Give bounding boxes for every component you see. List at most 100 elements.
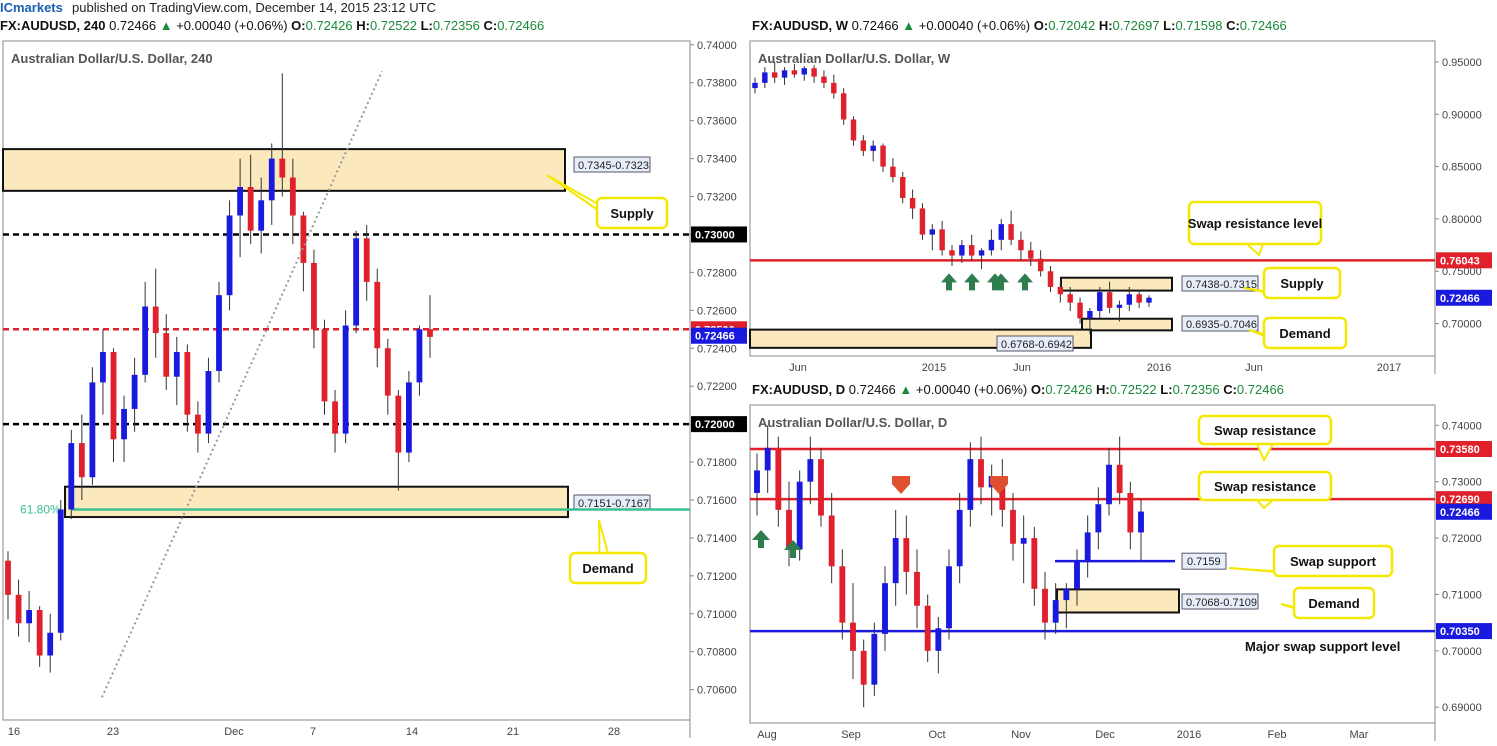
candle-body [1020,538,1027,544]
weekly-high: 0.72697 [1112,18,1160,33]
weekly-c-label: C: [1226,18,1240,33]
candle-body [384,348,391,396]
current-price-label: 0.72466 [695,331,735,343]
level-price-label: 0.73000 [695,229,735,241]
h4-price: 0.72466 [109,18,157,33]
fib-label: 61.80% [20,502,61,516]
candle-body [870,145,876,151]
candle-body [871,633,878,685]
x-tick-label: Nov [1011,729,1031,741]
y-tick-label: 0.71600 [697,495,737,507]
candle-body [247,187,254,231]
candle-body [818,459,824,516]
candle-body [353,238,360,326]
publisher-text: published on TradingView.com, December 1… [72,0,436,15]
y-tick-label: 0.90000 [1442,109,1482,121]
candle-body [978,459,984,488]
h4-o-label: O: [291,18,306,33]
zone-box [1056,588,1180,614]
h4-chart[interactable]: Australian Dollar/U.S. Dollar, 240 0.7400… [2,40,747,744]
publisher-brand[interactable]: ICmarkets [0,0,63,15]
candle-body [142,306,149,375]
daily-open: 0.72426 [1045,382,1093,397]
candle-body [882,583,888,634]
zone-range-label: 0.6935-0.7046 [1186,319,1257,331]
x-tick-label: 28 [608,726,620,738]
weekly-price: 0.72466 [851,18,899,33]
callout-label: Swap resistance level [1188,216,1322,231]
candle-body [1018,239,1024,251]
chart-title: Australian Dollar/U.S. Dollar, W [758,51,951,66]
callout-label: Demand [1308,596,1359,611]
candle-body [363,238,370,282]
y-tick-label: 0.73400 [697,154,737,166]
candle-body [988,239,995,251]
candle-body [258,200,265,231]
candle-body [152,306,159,334]
daily-price: 0.72466 [848,382,896,397]
weekly-chart[interactable]: Australian Dollar/U.S. Dollar, W 0.95000 0… [749,40,1496,377]
candle-body [300,215,307,263]
candle-body [903,538,910,572]
weekly-h-label: H: [1098,18,1113,33]
callout-label: Demand [1279,326,1330,341]
x-tick-label: 23 [107,726,119,738]
x-tick-label: 2016 [1177,729,1201,741]
weekly-l-label: L: [1163,18,1176,33]
weekly-symbol: FX:AUDUSD, W [752,18,849,33]
daily-chart[interactable]: Australian Dollar/U.S. Dollar, D 0.74000 0… [749,404,1496,744]
candle-body [342,325,349,434]
h4-l-label: L: [420,18,433,33]
chart-title: Australian Dollar/U.S. Dollar, 240 [11,51,213,66]
candle-body [1074,560,1080,589]
callout-label: Demand [582,561,633,576]
candle-body [332,401,338,434]
candle-body [205,371,212,434]
candle-body [36,609,43,656]
candle-body [935,628,942,651]
candle-body [5,560,11,595]
x-tick-label: Jun [1245,362,1263,374]
candle-body [405,382,412,453]
candle-body [1127,492,1134,533]
h4-low: 0.72356 [432,18,480,33]
level-price-label: 0.76043 [1440,255,1480,267]
candle-body [924,605,931,651]
candle-body [26,609,33,624]
candle-body [764,447,771,471]
candle-body [194,414,201,434]
zone-box [1081,317,1173,332]
candle-body [939,229,945,251]
candle-body [998,224,1004,240]
x-tick-label: 14 [406,726,418,738]
x-tick-label: Jun [789,362,807,374]
y-tick-label: 0.72000 [1442,533,1482,545]
y-tick-label: 0.71200 [697,571,737,583]
candle-body [15,594,22,624]
h4-symbol: FX:AUDUSD, 240 [0,18,106,33]
candle-body [929,229,936,235]
x-tick-label: 2017 [1377,362,1401,374]
y-tick-label: 0.71000 [697,609,737,621]
candle-body [1028,250,1034,259]
candle-body [1106,292,1113,308]
weekly-low: 0.71598 [1175,18,1223,33]
candle-body [89,382,96,478]
candle-body [216,295,222,372]
candle-body [1084,532,1091,561]
candle-body [184,352,191,415]
x-tick-label: 2016 [1147,362,1171,374]
candle-body [850,622,856,651]
candle-body [374,281,381,349]
zone-range-label: 0.7345-0.7323 [578,160,649,172]
level-label: 0.7159 [1187,556,1221,568]
zone-box [64,485,569,519]
candle-body [909,197,916,209]
candle-body [821,76,827,83]
candle-body [946,566,952,629]
daily-c-label: C: [1223,382,1237,397]
candle-body [831,82,837,94]
candle-body [416,329,423,383]
daily-header: FX:AUDUSD, D 0.72466 ▲ +0.00040 (+0.06%)… [752,382,1284,397]
candle-body [1047,271,1054,287]
